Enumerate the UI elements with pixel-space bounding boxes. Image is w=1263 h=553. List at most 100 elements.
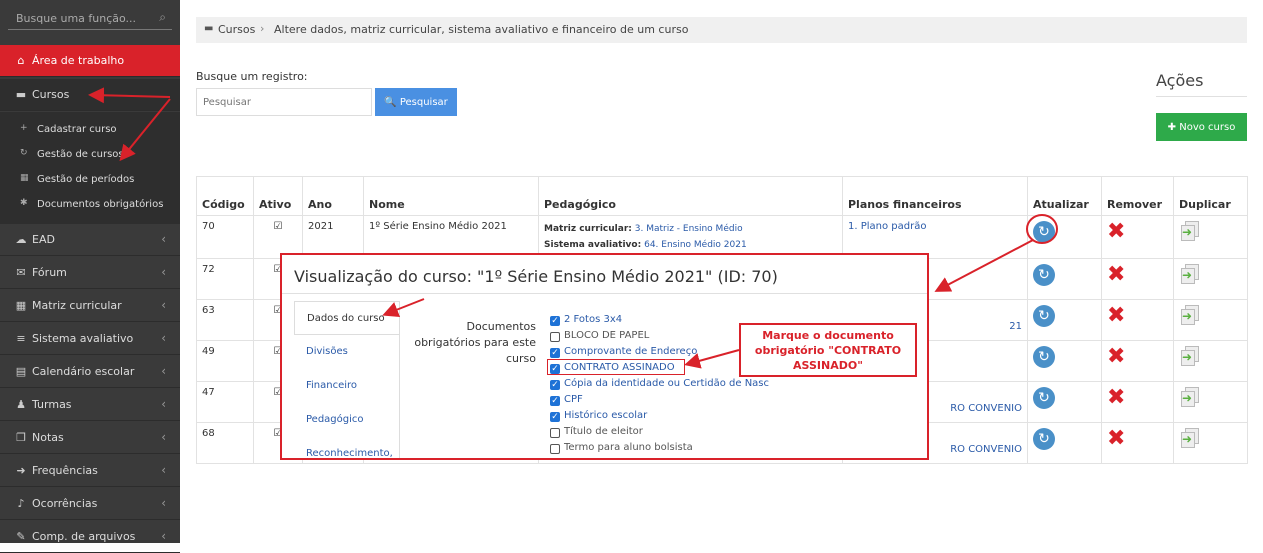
plano-link[interactable]: RO CONVENIO: [950, 444, 1022, 455]
new-course-button[interactable]: ✚ Novo curso: [1156, 113, 1247, 141]
breadcrumb-root[interactable]: Cursos: [218, 23, 255, 36]
home-icon: ⌂: [17, 54, 25, 67]
cell-duplicar: ➜: [1173, 340, 1248, 382]
duplicate-icon[interactable]: ➜: [1179, 221, 1201, 243]
checkbox-checked[interactable]: ✓: [550, 396, 560, 406]
breadcrumb-separator: ›: [260, 22, 265, 35]
submenu-item-gestao-de-periodos[interactable]: ▦ Gestão de períodos: [0, 168, 180, 192]
modal-title: Visualização do curso: "1º Série Ensino …: [294, 267, 778, 286]
instruction-callout: Marque o documento obrigatório "CONTRATO…: [739, 323, 917, 377]
sidebar-item-label: EAD: [32, 233, 55, 246]
cell-remover: ✖: [1101, 258, 1174, 300]
sidebar-item-ead[interactable]: ☁ EAD ‹: [0, 224, 180, 256]
remove-icon[interactable]: ✖: [1107, 387, 1125, 409]
actions-divider: [1156, 96, 1247, 97]
search-button[interactable]: 🔍 Pesquisar: [375, 88, 457, 116]
header-planos: Planos financeiros: [842, 176, 1028, 216]
refresh-icon[interactable]: ↻: [1033, 428, 1055, 450]
header-ativo: Ativo: [253, 176, 303, 216]
sidebar-item-label: Ocorrências: [32, 497, 98, 510]
chevron-left-icon: ‹: [161, 298, 166, 312]
cell-codigo: 63: [196, 299, 254, 341]
cell-codigo: 70: [196, 215, 254, 259]
cell-codigo: 47: [196, 381, 254, 423]
refresh-icon[interactable]: ↻: [1033, 387, 1055, 409]
refresh-icon[interactable]: ↻: [1033, 346, 1055, 368]
remove-icon[interactable]: ✖: [1107, 305, 1125, 327]
refresh-icon[interactable]: ↻: [1033, 221, 1055, 243]
breadcrumb: ▬ Cursos › Altere dados, matriz curricul…: [196, 17, 1247, 43]
checkbox-checked[interactable]: ✓: [550, 316, 560, 326]
folder-icon: ▬: [15, 88, 27, 101]
checkbox-unchecked[interactable]: [550, 428, 560, 438]
submenu-item-label: Gestão de períodos: [37, 174, 135, 185]
sidebar-item-forum[interactable]: ✉ Fórum ‹: [0, 257, 180, 289]
chevron-left-icon: ‹: [161, 331, 166, 345]
sidebar-item-calendario-escolar[interactable]: ▤ Calendário escolar ‹: [0, 356, 180, 388]
tab-divisoes[interactable]: Divisões: [294, 335, 400, 369]
sidebar-item-turmas[interactable]: ♟ Turmas ‹: [0, 389, 180, 421]
checkbox-checked[interactable]: ✓: [550, 348, 560, 358]
cell-codigo: 72: [196, 258, 254, 300]
duplicate-icon[interactable]: ➜: [1179, 305, 1201, 327]
sidebar-item-matriz-curricular[interactable]: ▦ Matriz curricular ‹: [0, 290, 180, 322]
remove-icon[interactable]: ✖: [1107, 346, 1125, 368]
document-label: Comprovante de Endereço: [564, 346, 698, 357]
remove-icon[interactable]: ✖: [1107, 264, 1125, 286]
submenu-item-documentos-obrigatorios[interactable]: ✱ Documentos obrigatórios: [0, 193, 180, 217]
plus-icon: +: [20, 123, 28, 133]
cell-atualizar: ↻: [1027, 258, 1102, 300]
submenu-item-cadastrar-curso[interactable]: + Cadastrar curso: [0, 118, 180, 142]
checkbox-checked[interactable]: ✓: [550, 380, 560, 390]
duplicate-icon[interactable]: ➜: [1179, 264, 1201, 286]
sidebar-item-sistema-avaliativo[interactable]: ≡ Sistema avaliativo ‹: [0, 323, 180, 355]
sidebar-item-area-de-trabalho[interactable]: ⌂ Área de trabalho: [0, 45, 180, 77]
tab-dados-do-curso[interactable]: Dados do curso: [294, 301, 400, 335]
remove-icon[interactable]: ✖: [1107, 428, 1125, 450]
cell-codigo: 68: [196, 422, 254, 464]
plano-link[interactable]: 21: [1009, 321, 1022, 332]
tab-pedagogico[interactable]: Pedagógico: [294, 403, 400, 437]
sistema-label: Sistema avaliativo:: [544, 240, 642, 250]
sidebar-item-notas[interactable]: ❐ Notas ‹: [0, 422, 180, 454]
checkbox-unchecked[interactable]: [550, 332, 560, 342]
sidebar-item-comp-de-arquivos[interactable]: ✎ Comp. de arquivos ‹: [0, 521, 180, 553]
function-search[interactable]: Busque uma função... ⌕: [8, 8, 172, 30]
remove-icon[interactable]: ✖: [1107, 221, 1125, 243]
comments-icon: ✉: [16, 266, 26, 279]
cell-remover: ✖: [1101, 215, 1174, 259]
duplicate-icon[interactable]: ➜: [1179, 387, 1201, 409]
submenu-item-gestao-de-cursos[interactable]: ↻ Gestão de cursos: [0, 143, 180, 167]
checkbox-checked[interactable]: ✓: [550, 412, 560, 422]
duplicate-icon[interactable]: ➜: [1179, 428, 1201, 450]
cell-remover: ✖: [1101, 381, 1174, 423]
refresh-icon[interactable]: ↻: [1033, 305, 1055, 327]
cell-duplicar: ➜: [1173, 258, 1248, 300]
chevron-left-icon: ‹: [161, 265, 166, 279]
duplicate-icon[interactable]: ➜: [1179, 346, 1201, 368]
chevron-left-icon: ‹: [161, 463, 166, 477]
search-input[interactable]: [196, 88, 372, 116]
chevron-left-icon: ‹: [161, 232, 166, 246]
folder-icon: ▬: [204, 23, 214, 34]
contract-highlight-box: [547, 359, 685, 375]
sidebar-item-label: Fórum: [32, 266, 67, 279]
chevron-left-icon: ‹: [161, 529, 166, 543]
cell-atualizar: ↻: [1027, 299, 1102, 341]
checkbox-unchecked[interactable]: [550, 444, 560, 454]
plano-link[interactable]: 1. Plano padrão: [848, 221, 926, 232]
plano-link[interactable]: RO CONVENIO: [950, 403, 1022, 414]
sidebar-item-cursos[interactable]: ▬ Cursos: [0, 79, 180, 111]
sidebar-item-label: Notas: [32, 431, 64, 444]
refresh-icon[interactable]: ↻: [1033, 264, 1055, 286]
tab-reconhecimento[interactable]: Reconhecimento,: [294, 437, 400, 458]
required-docs-label: Documentos obrigatórios para este curso: [414, 320, 536, 365]
sidebar-item-ocorrencias[interactable]: ♪ Ocorrências ‹: [0, 488, 180, 520]
matriz-link[interactable]: 3. Matriz - Ensino Médio: [635, 224, 743, 234]
matriz-label: Matriz curricular:: [544, 224, 632, 234]
tab-financeiro[interactable]: Financeiro: [294, 369, 400, 403]
sidebar-item-frequencias[interactable]: ➜ Frequências ‹: [0, 455, 180, 487]
sistema-link[interactable]: 64. Ensino Médio 2021: [644, 240, 747, 250]
refresh-icon: ↻: [20, 148, 28, 158]
tab-label: Financeiro: [306, 380, 358, 391]
